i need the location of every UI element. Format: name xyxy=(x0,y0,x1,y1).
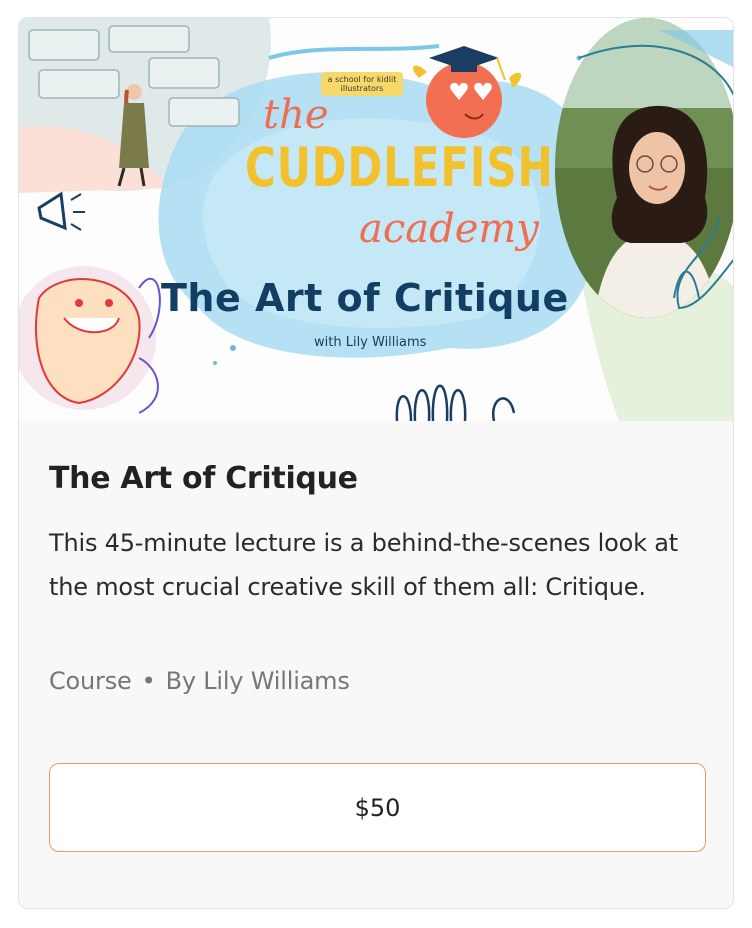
banner-brand-the: the xyxy=(263,92,329,138)
product-type: Course xyxy=(49,667,132,695)
product-title[interactable]: The Art of Critique xyxy=(49,461,358,496)
product-meta: Course • By Lily Williams xyxy=(49,667,350,695)
price-label: $50 xyxy=(354,793,401,822)
product-author: By Lily Williams xyxy=(165,667,350,695)
product-card[interactable]: a school for kidlit illustrators the CUD… xyxy=(18,17,734,909)
banner-course-title: The Art of Critique xyxy=(161,276,569,320)
banner-tagline: a school for kidlit illustrators xyxy=(321,72,403,96)
course-banner-image[interactable]: a school for kidlit illustrators the CUD… xyxy=(19,18,733,421)
banner-byline: with Lily Williams xyxy=(314,335,427,350)
product-description: This 45-minute lecture is a behind-the-s… xyxy=(49,529,678,601)
price-button[interactable]: $50 xyxy=(49,763,706,852)
banner-brand-academy: academy xyxy=(359,206,539,252)
meta-separator: • xyxy=(141,667,156,695)
banner-brand-name: CUDDLEFISH xyxy=(245,136,554,199)
